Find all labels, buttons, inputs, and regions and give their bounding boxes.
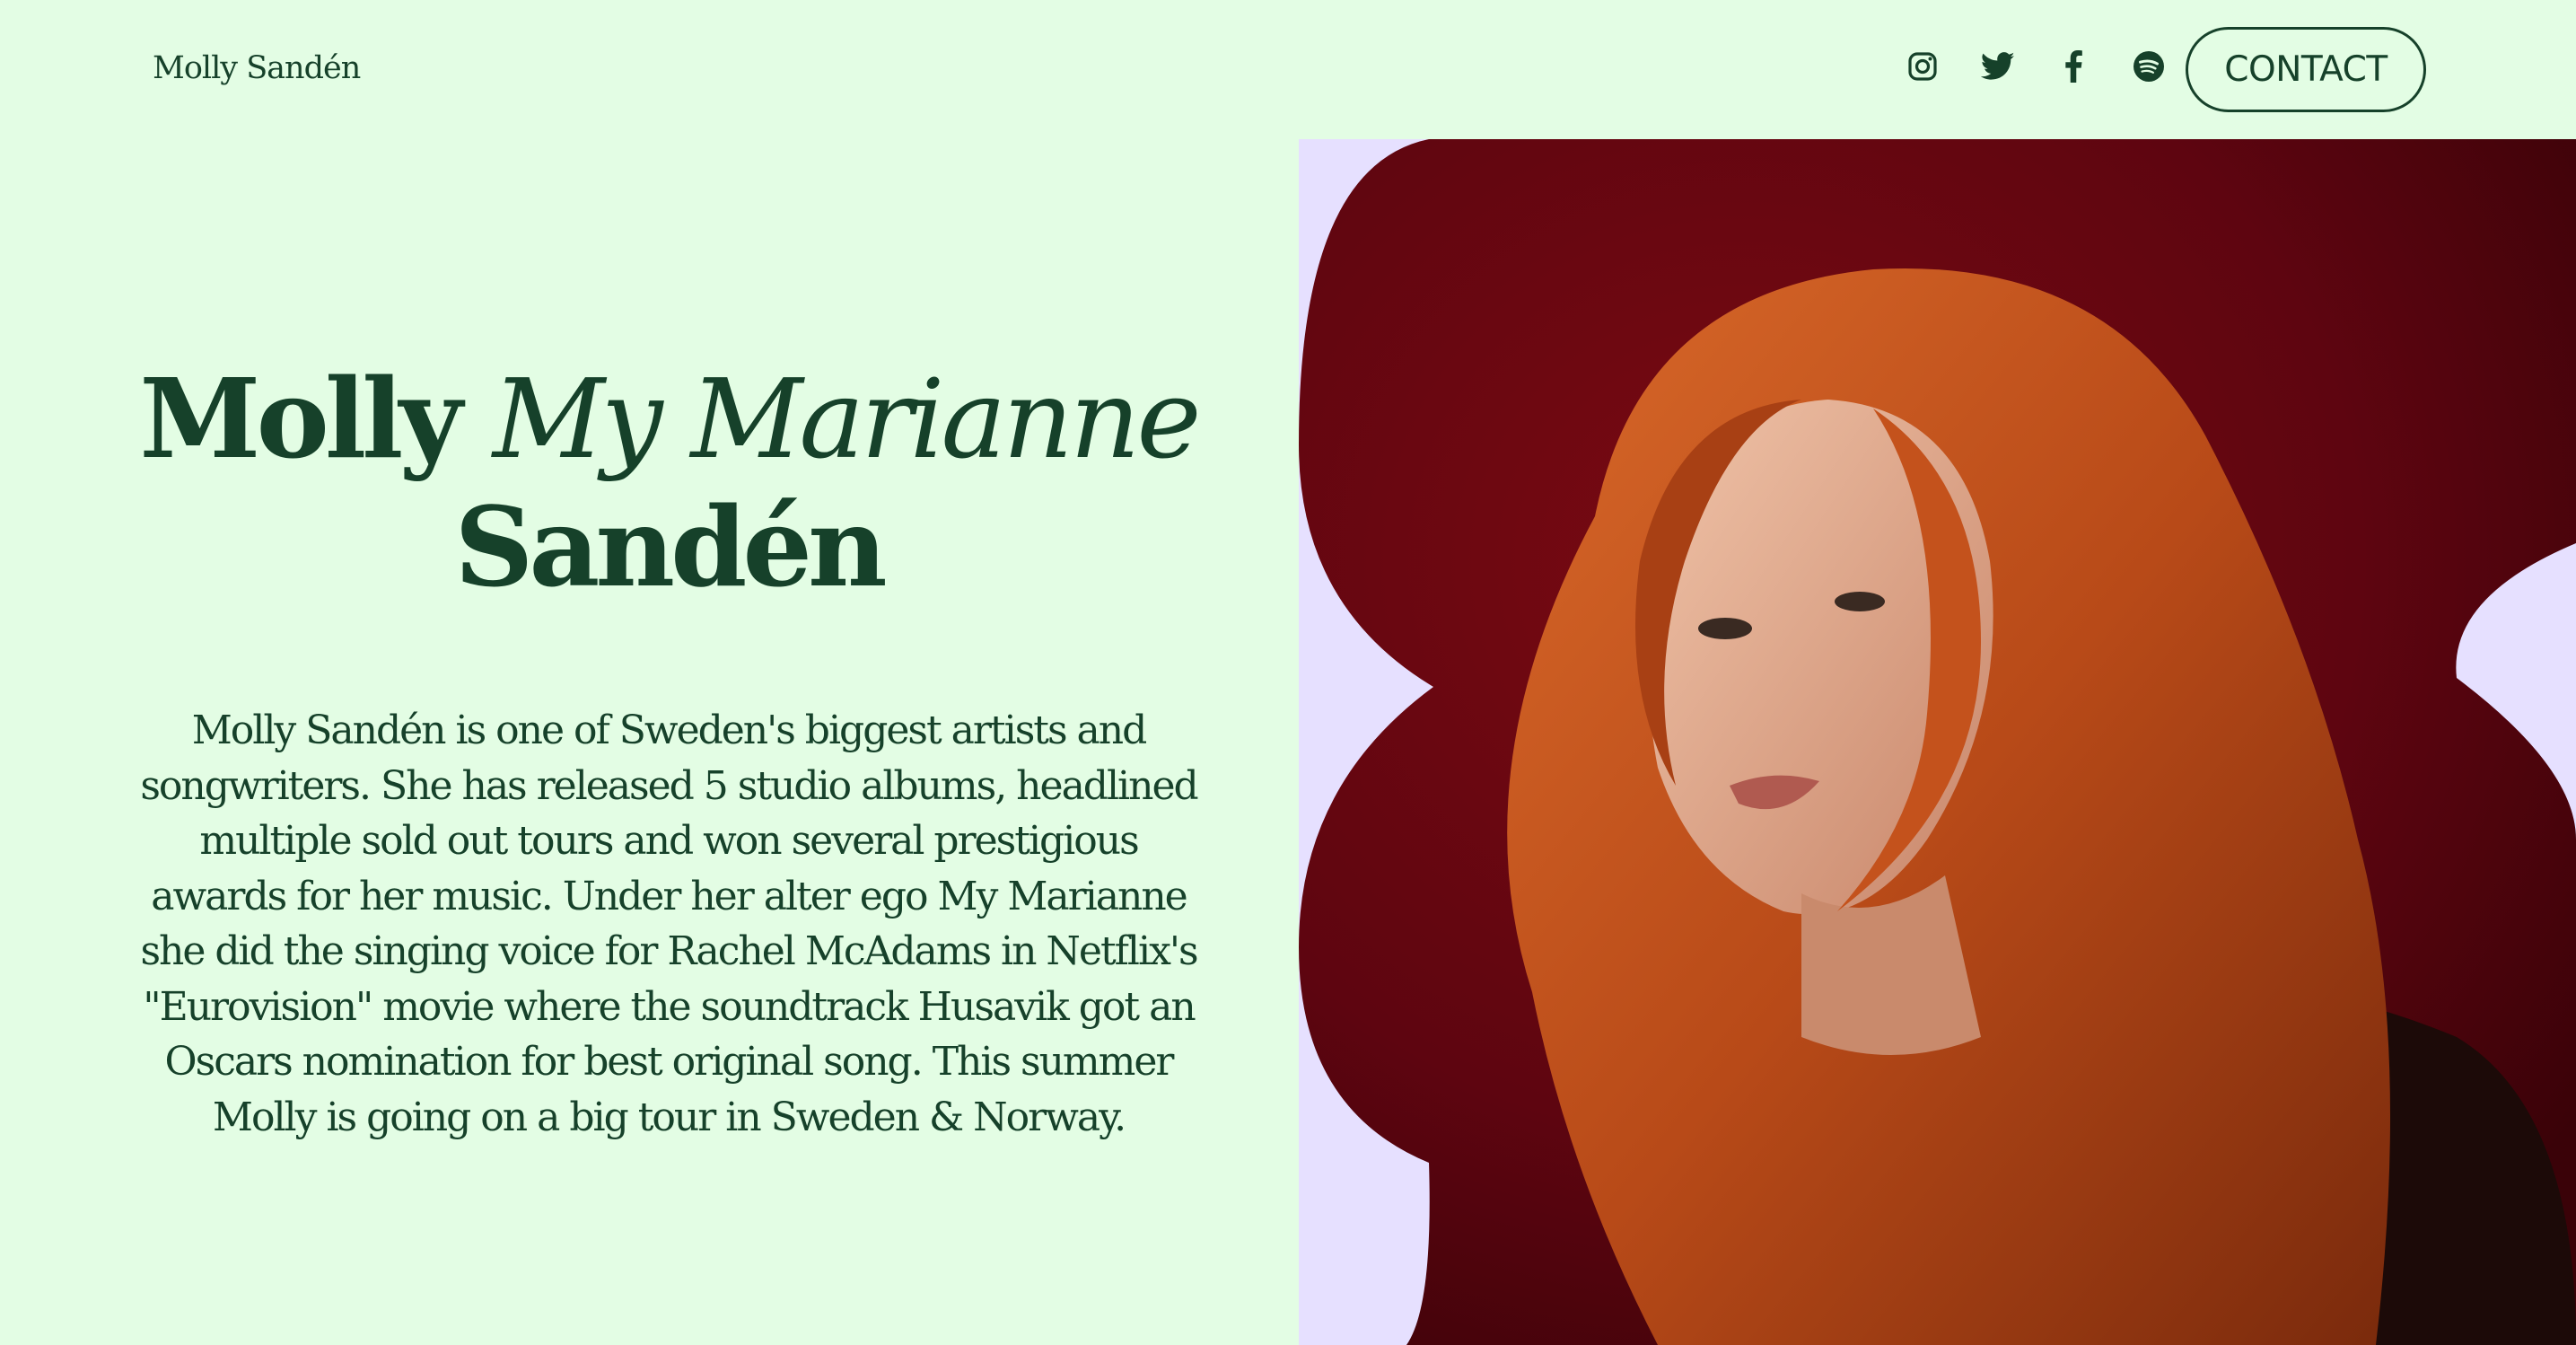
spotify-icon	[2133, 50, 2165, 86]
spotify-link[interactable]	[2111, 43, 2186, 93]
hero-bio: Molly Sandén is one of Sweden's biggest …	[140, 708, 1198, 1140]
social-links	[1885, 43, 2186, 93]
artist-portrait	[1299, 139, 2576, 1345]
instagram-icon	[1907, 51, 1938, 85]
site-logo[interactable]: Molly Sandén	[153, 50, 361, 86]
hero-intro: Molly My Marianne Sandén Molly Sandén is…	[135, 355, 1203, 1145]
page: Molly Sandén CONTACT Molly My Marianne S…	[0, 0, 2576, 1345]
title-alter-ego: My Marianne	[492, 356, 1202, 483]
title-first-name: Molly	[139, 354, 462, 483]
artist-photo-panel	[1299, 139, 2576, 1345]
hero-title: Molly My Marianne Sandén	[135, 355, 1203, 611]
instagram-link[interactable]	[1885, 43, 1960, 93]
facebook-icon	[2064, 50, 2082, 86]
contact-button[interactable]: CONTACT	[2186, 27, 2426, 112]
title-last-name: Sandén	[454, 482, 887, 611]
facebook-link[interactable]	[2036, 43, 2111, 93]
twitter-icon	[1980, 52, 2015, 84]
twitter-link[interactable]	[1960, 43, 2036, 93]
